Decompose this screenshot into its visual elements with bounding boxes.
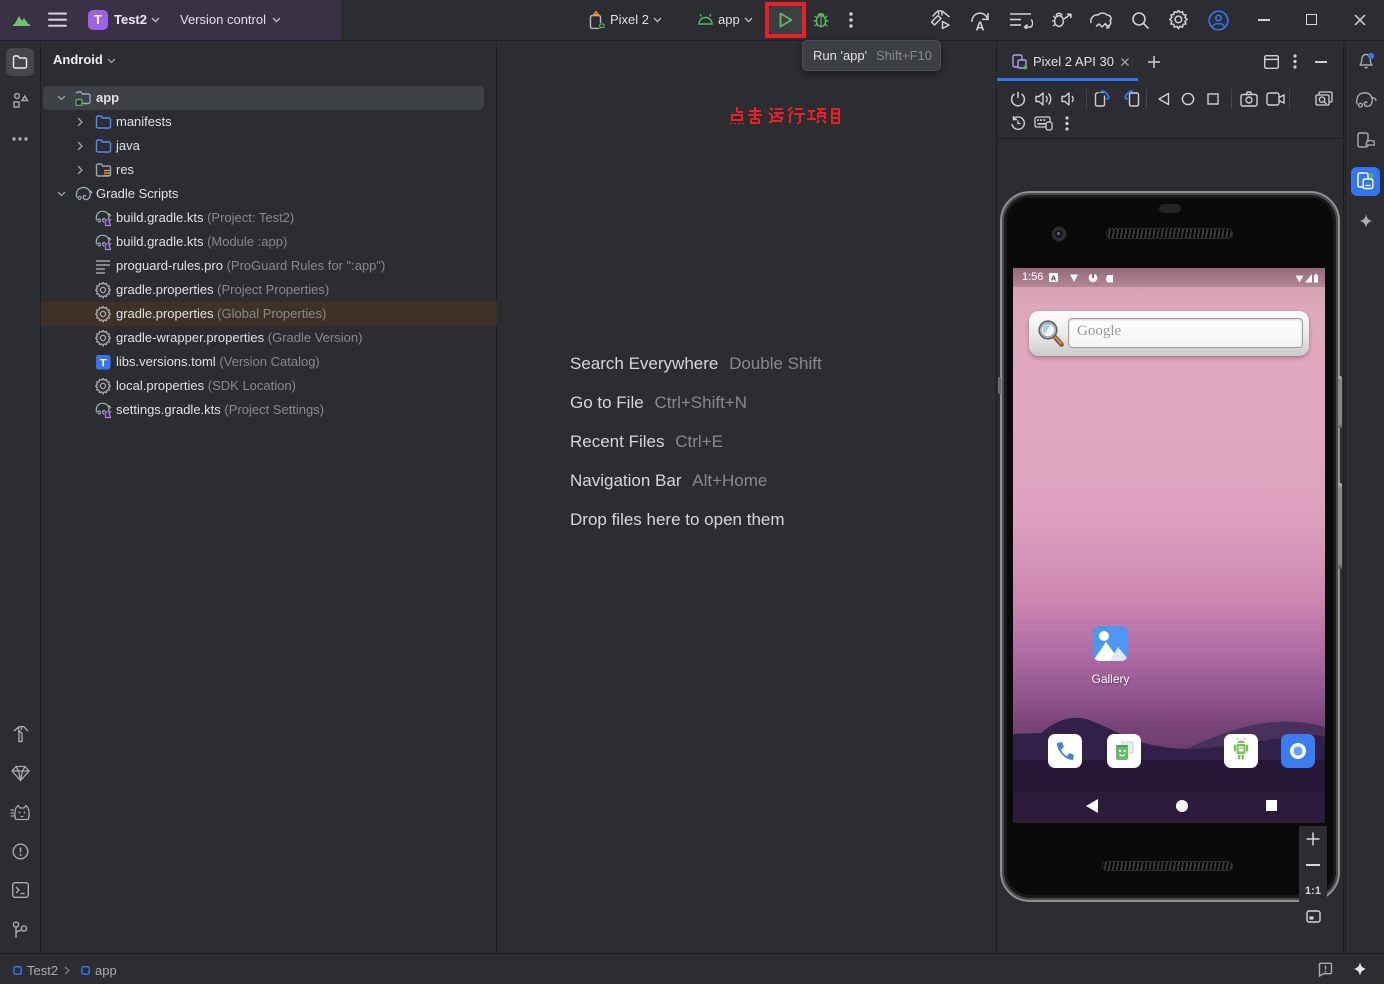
svg-text:A: A xyxy=(976,20,985,32)
svg-text:A: A xyxy=(1051,275,1056,282)
